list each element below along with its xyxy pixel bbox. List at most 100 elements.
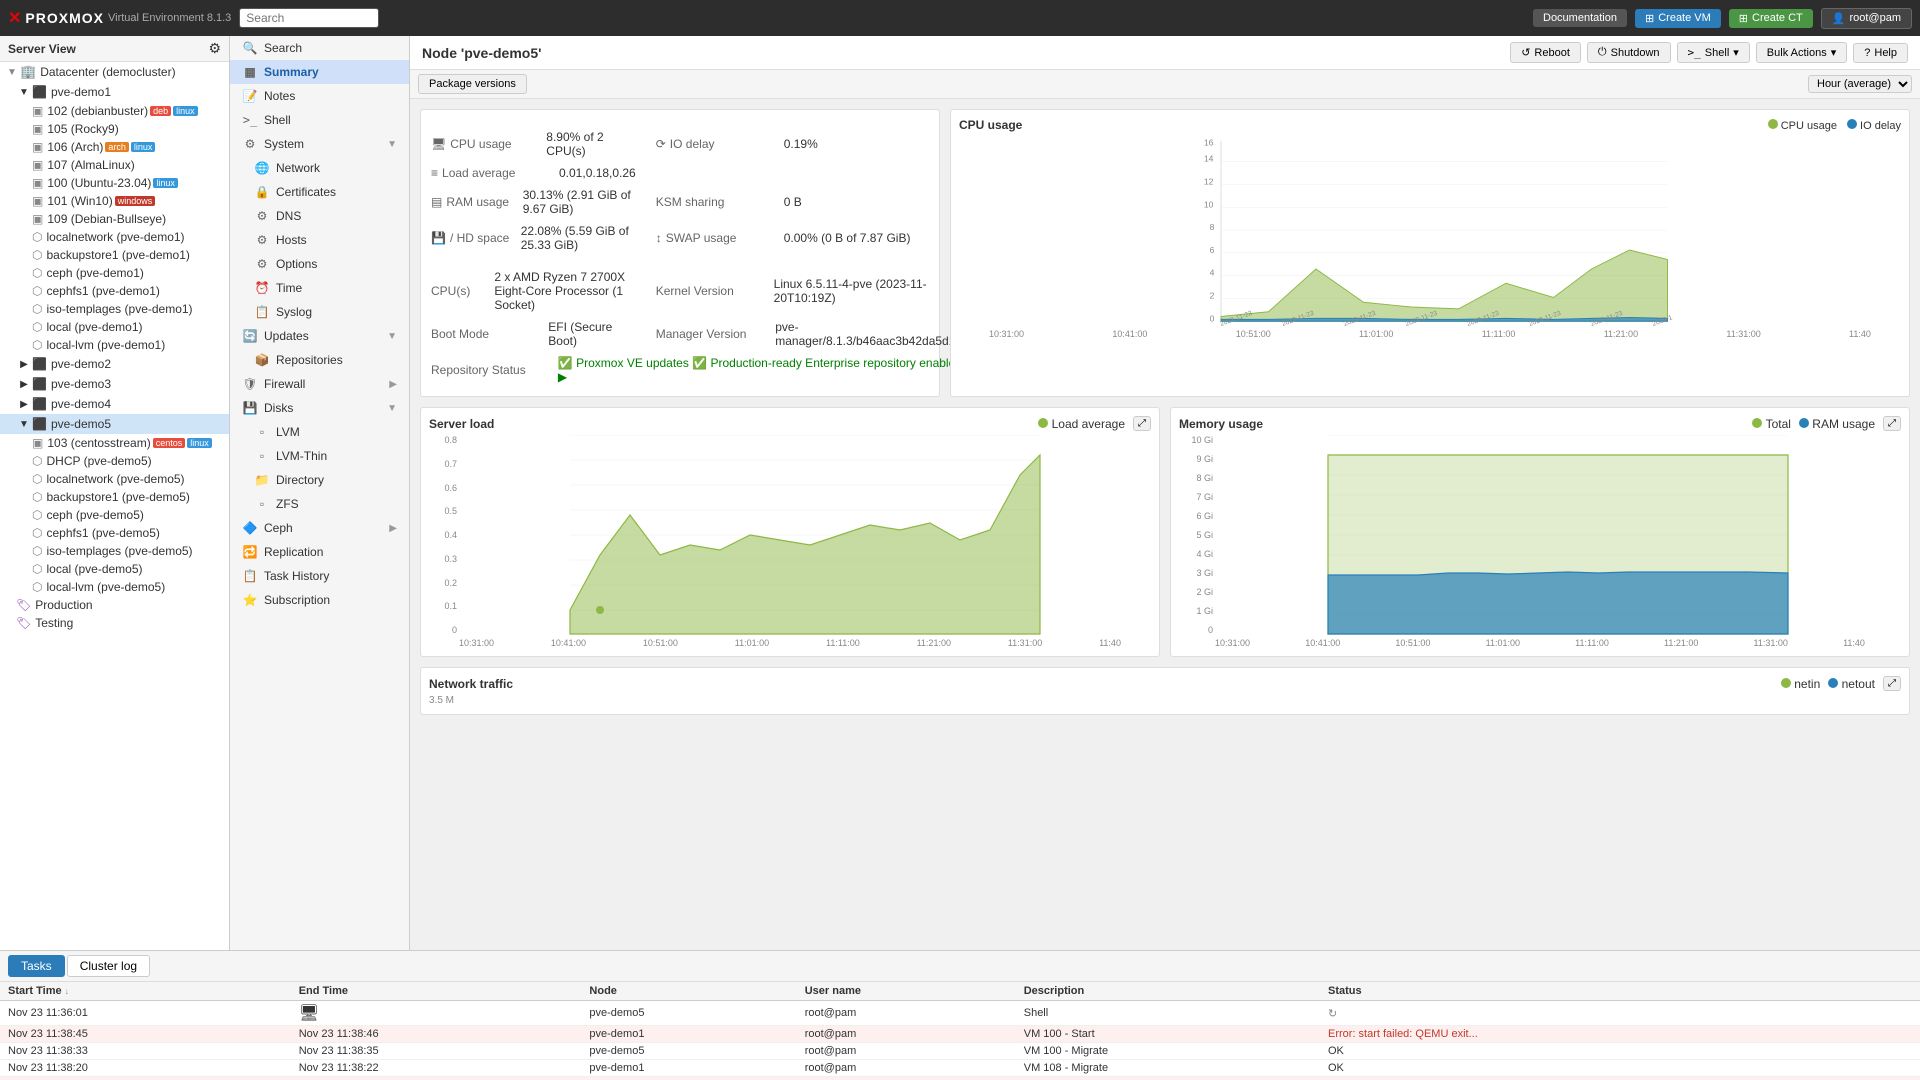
sidebar-item-pve-demo1[interactable]: ▼ ⬛ pve-demo1 [0, 82, 229, 102]
sidebar-item-iso-demo1[interactable]: ⬡ iso-templages (pve-demo1) [0, 300, 229, 318]
notes-nav-icon: 📝 [242, 89, 258, 103]
sidebar-item-pve-demo5[interactable]: ▼ ⬛ pve-demo5 [0, 414, 229, 434]
sidebar-item-production[interactable]: 🏷 Production [0, 596, 229, 614]
replication-nav-icon: 🔁 [242, 545, 258, 559]
col-node[interactable]: Node [581, 982, 796, 1001]
nav-item-subscription[interactable]: ⭐ Subscription [230, 588, 409, 612]
nav-item-hosts[interactable]: ⚙ Hosts [230, 228, 409, 252]
sidebar-item-localnetwork-demo5[interactable]: ⬡ localnetwork (pve-demo5) [0, 470, 229, 488]
sidebar-item-106[interactable]: ▣ 106 (Arch) arch linux [0, 138, 229, 156]
memory-expand-button[interactable]: ⤢ [1883, 416, 1901, 431]
col-desc[interactable]: Description [1016, 982, 1320, 1001]
load-legend-dot [1038, 418, 1048, 428]
sidebar-item-ceph-demo1[interactable]: ⬡ ceph (pve-demo1) [0, 264, 229, 282]
server-load-expand-button[interactable]: ⤢ [1133, 416, 1151, 431]
nav-item-system[interactable]: ⚙ System ▼ [230, 132, 409, 156]
nav-item-updates[interactable]: 🔄 Updates ▼ [230, 324, 409, 348]
nav-item-task-history[interactable]: 📋 Task History [230, 564, 409, 588]
nav-item-lvm[interactable]: ▫ LVM [230, 420, 409, 444]
network-chart-header: Network traffic netin netout ⤢ [429, 676, 1901, 691]
sidebar-item-103[interactable]: ▣ 103 (centosstream) centos linux [0, 434, 229, 452]
search-input[interactable] [239, 8, 379, 28]
nav-item-certificates[interactable]: 🔒 Certificates [230, 180, 409, 204]
lvm-thin-nav-icon: ▫ [254, 449, 270, 463]
sidebar-item-ceph-demo5[interactable]: ⬡ ceph (pve-demo5) [0, 506, 229, 524]
cluster-log-tab[interactable]: Cluster log [67, 955, 150, 977]
zfs-nav-icon: ▫ [254, 497, 270, 511]
cpu-legend-dot [1768, 119, 1778, 129]
col-end-time[interactable]: End Time [291, 982, 582, 1001]
sidebar-item-iso-demo5[interactable]: ⬡ iso-templages (pve-demo5) [0, 542, 229, 560]
sidebar-settings-icon[interactable]: ⚙ [208, 40, 221, 57]
sidebar-item-local-lvm-demo1[interactable]: ⬡ local-lvm (pve-demo1) [0, 336, 229, 354]
sidebar-item-local-lvm-demo5[interactable]: ⬡ local-lvm (pve-demo5) [0, 578, 229, 596]
nav-item-network[interactable]: 🌐 Network [230, 156, 409, 180]
nav-item-notes[interactable]: 📝 Notes [230, 84, 409, 108]
nav-item-repositories[interactable]: 📦 Repositories [230, 348, 409, 372]
sidebar-item-cephfs1-demo1[interactable]: ⬡ cephfs1 (pve-demo1) [0, 282, 229, 300]
datacenter-icon: ▼ [4, 64, 20, 80]
swap-icon: ↕ [656, 231, 662, 245]
load-y-labels: 0.80.70.60.50.40.30.20.10 [429, 435, 459, 635]
sidebar-item-backupstore1-demo1[interactable]: ⬡ backupstore1 (pve-demo1) [0, 246, 229, 264]
sidebar-item-109[interactable]: ▣ 109 (Debian-Bullseye) [0, 210, 229, 228]
sidebar-item-107[interactable]: ▣ 107 (AlmaLinux) [0, 156, 229, 174]
sidebar-header-label: Server View [8, 42, 76, 56]
nav-item-options[interactable]: ⚙ Options [230, 252, 409, 276]
pkg-versions-button[interactable]: Package versions [418, 74, 527, 94]
nav-item-summary[interactable]: ▦ Summary [230, 60, 409, 84]
system-nav-icon: ⚙ [242, 137, 258, 151]
sidebar-item-cephfs1-demo5[interactable]: ⬡ cephfs1 (pve-demo5) [0, 524, 229, 542]
nav-item-firewall[interactable]: 🛡 Firewall ▶ [230, 372, 409, 396]
reboot-icon: ↺ [1521, 46, 1530, 59]
nav-item-replication[interactable]: 🔁 Replication [230, 540, 409, 564]
user-menu[interactable]: 👤 root@pam [1821, 8, 1912, 29]
nav-item-dns[interactable]: ⚙ DNS [230, 204, 409, 228]
nav-item-disks[interactable]: 💾 Disks ▼ [230, 396, 409, 420]
svg-text:10: 10 [1204, 199, 1214, 209]
sidebar-item-105[interactable]: ▣ 105 (Rocky9) [0, 120, 229, 138]
sidebar-item-pve-demo4[interactable]: ▶ ⬛ pve-demo4 [0, 394, 229, 414]
sidebar-item-backupstore1-demo5[interactable]: ⬡ backupstore1 (pve-demo5) [0, 488, 229, 506]
vm-icon-107: ▣ [32, 158, 43, 172]
bulk-actions-button[interactable]: Bulk Actions ▾ [1756, 42, 1847, 63]
nav-item-time[interactable]: ⏰ Time [230, 276, 409, 300]
documentation-button[interactable]: Documentation [1533, 9, 1627, 27]
nav-item-search[interactable]: 🔍 Search [230, 36, 409, 60]
nav-item-directory[interactable]: 📁 Directory [230, 468, 409, 492]
sidebar-item-102[interactable]: ▣ 102 (debianbuster) deb linux [0, 102, 229, 120]
col-start-time[interactable]: Start Time ↓ [0, 982, 291, 1001]
nav-item-shell[interactable]: >_ Shell [230, 108, 409, 132]
sidebar-item-100[interactable]: ▣ 100 (Ubuntu-23.04) linux [0, 174, 229, 192]
nav-item-zfs[interactable]: ▫ ZFS [230, 492, 409, 516]
help-button[interactable]: ? Help [1853, 43, 1908, 63]
lvm-nav-icon: ▫ [254, 425, 270, 439]
sidebar-item-pve-demo3[interactable]: ▶ ⬛ pve-demo3 [0, 374, 229, 394]
options-nav-icon: ⚙ [254, 257, 270, 271]
tasks-tab[interactable]: Tasks [8, 955, 65, 977]
sidebar-item-local-demo5[interactable]: ⬡ local (pve-demo5) [0, 560, 229, 578]
create-vm-button[interactable]: ⊞ Create VM [1635, 9, 1721, 28]
sidebar-item-local-demo1[interactable]: ⬡ local (pve-demo1) [0, 318, 229, 336]
reboot-button[interactable]: ↺ Reboot [1510, 42, 1581, 63]
create-ct-button[interactable]: ⊞ Create CT [1729, 9, 1813, 28]
col-status[interactable]: Status [1320, 982, 1920, 1001]
svg-text:6: 6 [1210, 245, 1215, 255]
nav-item-ceph[interactable]: 🔷 Ceph ▶ [230, 516, 409, 540]
col-user[interactable]: User name [797, 982, 1016, 1001]
sidebar-item-101[interactable]: ▣ 101 (Win10) windows [0, 192, 229, 210]
cpu-chart-title: CPU usage [959, 118, 1022, 132]
sidebar-item-datacenter[interactable]: ▼ 🏢 Datacenter (democluster) [0, 62, 229, 82]
sidebar-item-localnetwork-demo1[interactable]: ⬡ localnetwork (pve-demo1) [0, 228, 229, 246]
shell-button[interactable]: >_ Shell ▾ [1677, 42, 1750, 63]
bottom-tabs: Tasks Cluster log [0, 951, 1920, 982]
sidebar-item-dhcp-demo5[interactable]: ⬡ DHCP (pve-demo5) [0, 452, 229, 470]
time-range-select[interactable]: Hour (average) [1808, 75, 1912, 93]
sidebar-item-pve-demo2[interactable]: ▶ ⬛ pve-demo2 [0, 354, 229, 374]
sidebar-item-testing[interactable]: 🏷 Testing [0, 614, 229, 632]
network-expand-button[interactable]: ⤢ [1883, 676, 1901, 691]
nav-item-lvm-thin[interactable]: ▫ LVM-Thin [230, 444, 409, 468]
nav-item-syslog[interactable]: 📋 Syslog [230, 300, 409, 324]
network-icon-demo5: ⬡ [32, 472, 42, 486]
shutdown-button[interactable]: ⏻ Shutdown [1587, 42, 1671, 63]
